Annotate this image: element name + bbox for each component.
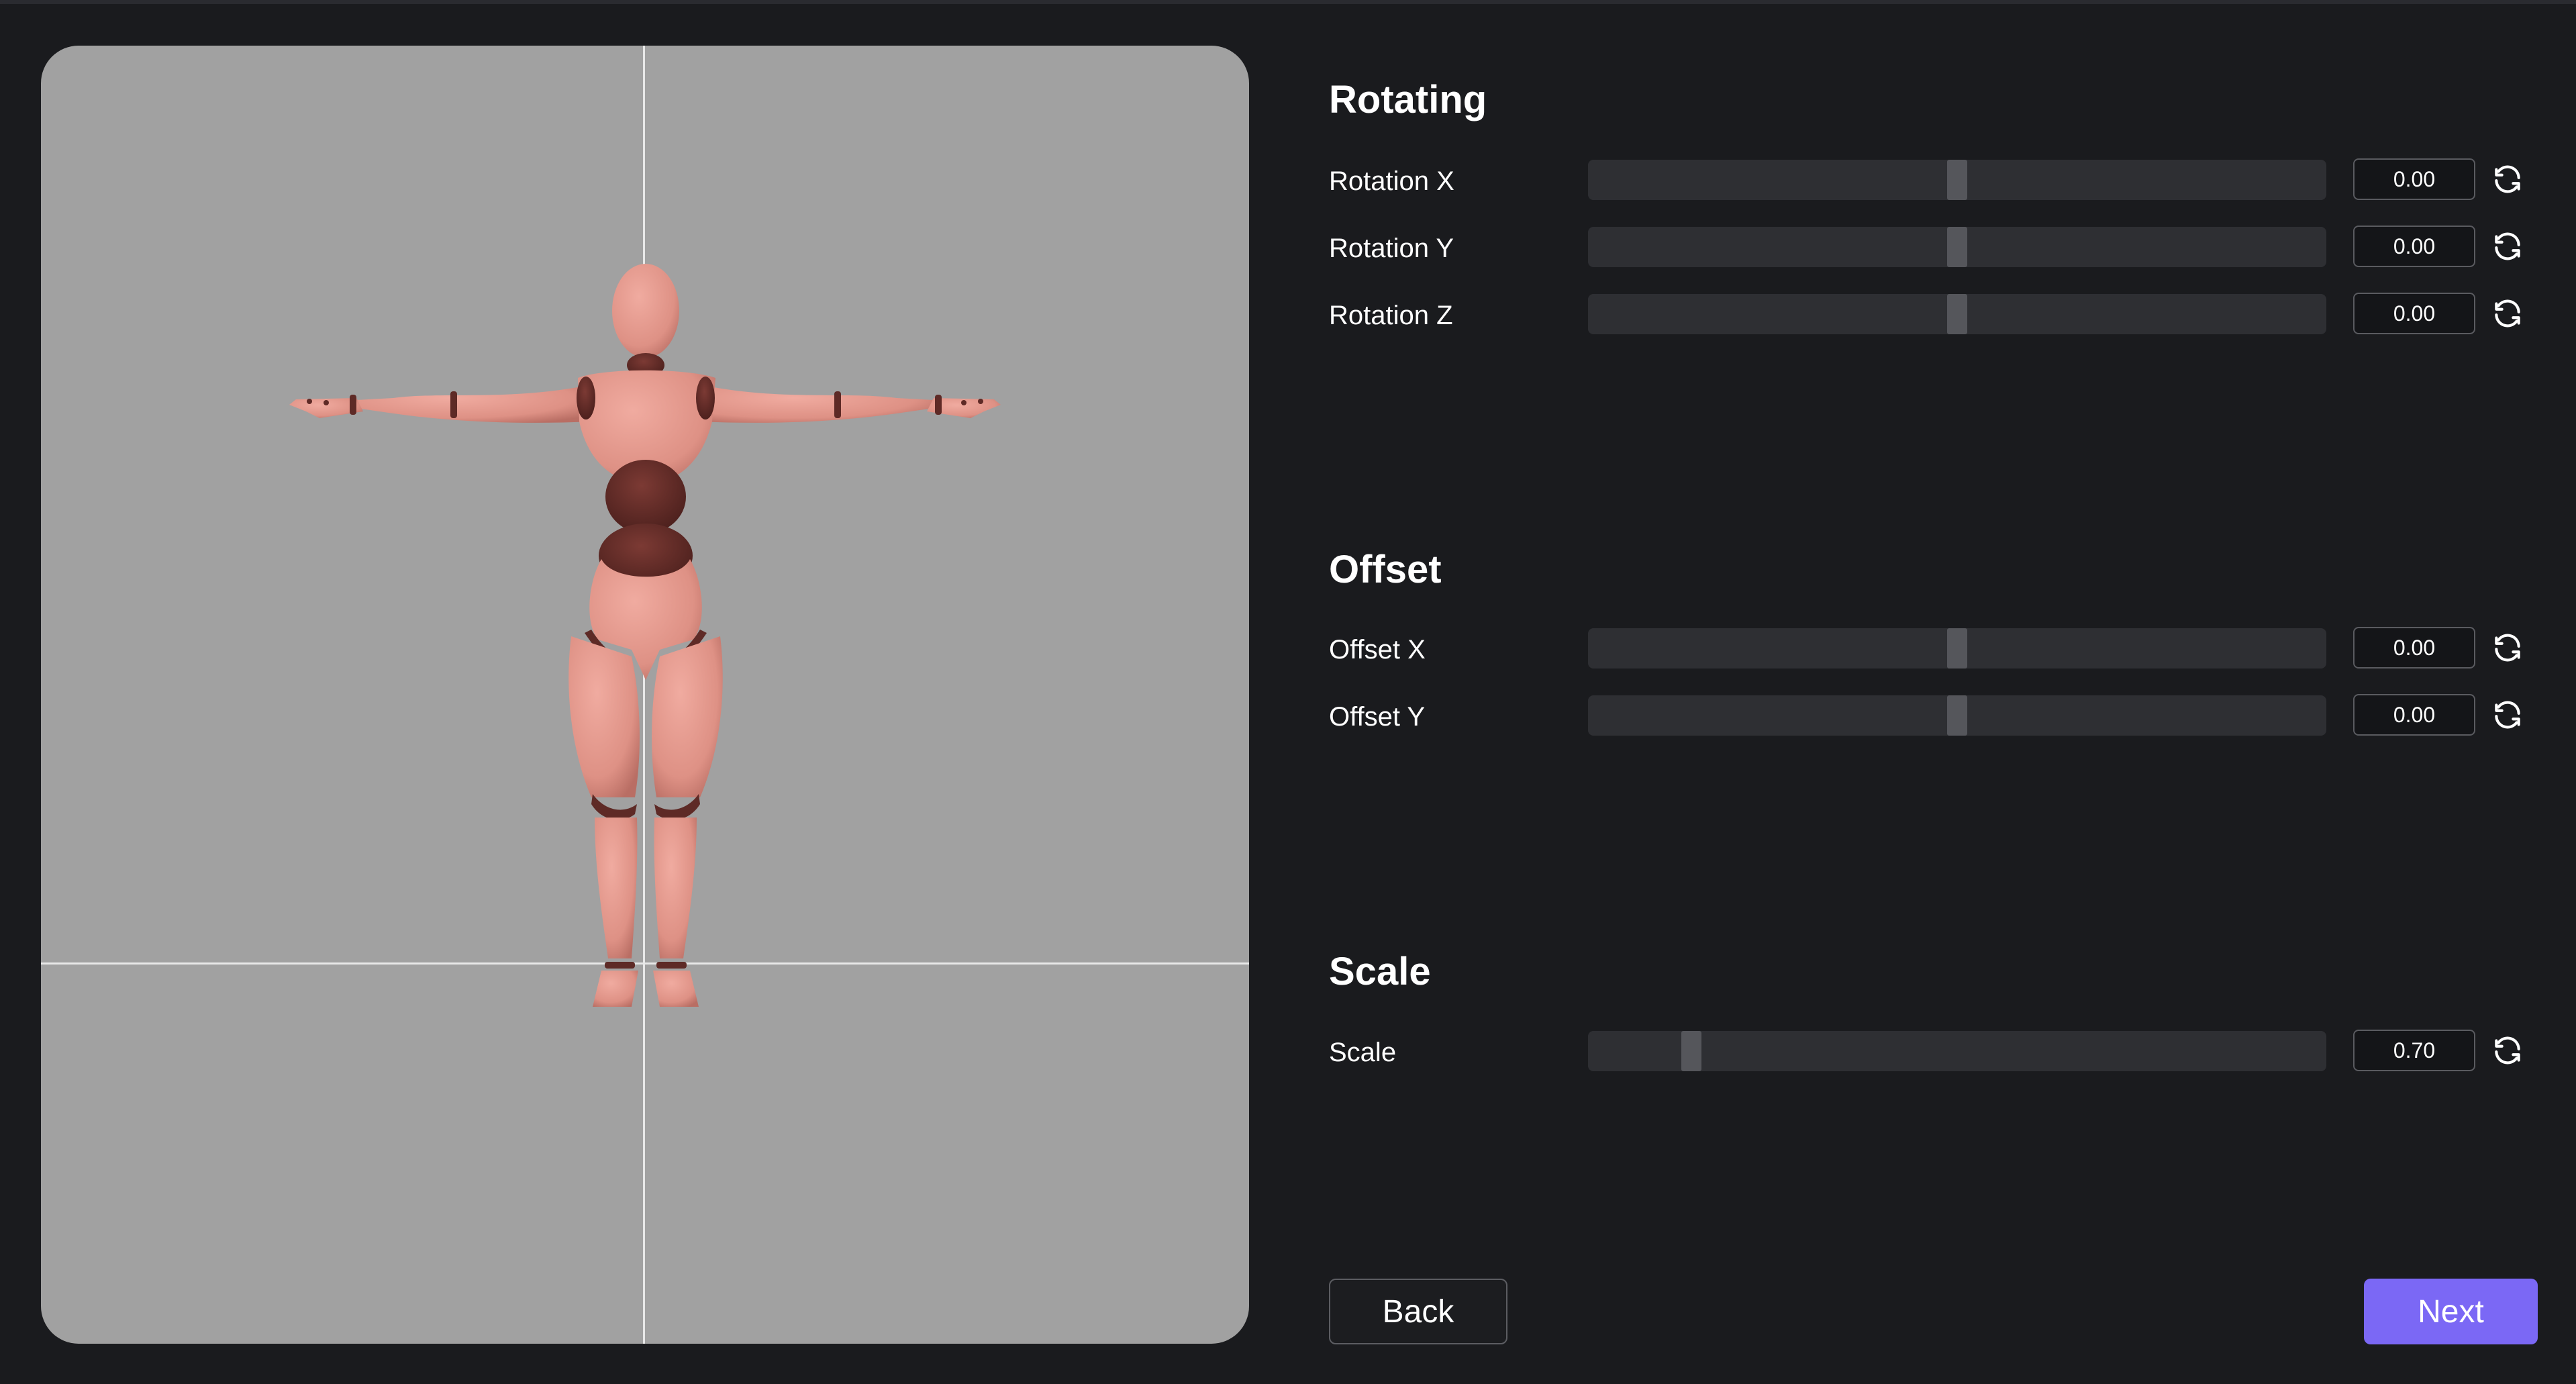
rotation-z-reset-button[interactable] (2489, 295, 2526, 332)
rotation-x-reset-button[interactable] (2489, 160, 2526, 198)
next-button[interactable]: Next (2364, 1279, 2538, 1344)
back-button[interactable]: Back (1329, 1279, 1507, 1344)
scale-slider-thumb[interactable] (1681, 1031, 1701, 1071)
refresh-icon (2495, 232, 2520, 260)
refresh-icon (2495, 701, 2520, 729)
offset-x-reset-button[interactable] (2489, 629, 2526, 666)
row-label-rotation-y: Rotation Y (1329, 234, 1454, 263)
row-label-scale: Scale (1329, 1038, 1397, 1067)
rotation-y-slider[interactable] (1588, 227, 2326, 267)
offset-y-slider[interactable] (1588, 695, 2326, 736)
offset-x-slider[interactable] (1588, 628, 2326, 669)
row-label-offset-y: Offset Y (1329, 702, 1426, 732)
scale-reset-button[interactable] (2489, 1032, 2526, 1069)
row-label-rotation-x: Rotation X (1329, 166, 1454, 196)
rotation-z-slider-thumb[interactable] (1947, 294, 1967, 334)
offset-x-slider-thumb[interactable] (1947, 628, 1967, 669)
rotation-y-input[interactable]: 0.00 (2353, 226, 2475, 267)
offset-y-reset-button[interactable] (2489, 696, 2526, 734)
rotation-x-slider-thumb[interactable] (1947, 160, 1967, 200)
rotation-y-reset-button[interactable] (2489, 228, 2526, 265)
section-title-rotating: Rotating (1329, 78, 1487, 121)
refresh-icon (2495, 299, 2520, 328)
top-border (0, 0, 2576, 4)
rotation-x-slider[interactable] (1588, 160, 2326, 200)
section-title-scale: Scale (1329, 950, 1431, 993)
rotation-y-slider-thumb[interactable] (1947, 227, 1967, 267)
3d-viewport[interactable] (41, 46, 1249, 1344)
offset-y-input[interactable]: 0.00 (2353, 694, 2475, 736)
offset-y-slider-thumb[interactable] (1947, 695, 1967, 736)
section-title-offset: Offset (1329, 548, 1442, 591)
refresh-icon (2495, 1036, 2520, 1065)
scale-slider[interactable] (1588, 1031, 2326, 1071)
row-label-rotation-z: Rotation Z (1329, 301, 1453, 330)
refresh-icon (2495, 634, 2520, 662)
offset-x-input[interactable]: 0.00 (2353, 627, 2475, 669)
row-label-offset-x: Offset X (1329, 635, 1426, 664)
mannequin-model[interactable] (41, 46, 1249, 1344)
rotation-z-slider[interactable] (1588, 294, 2326, 334)
rotation-x-input[interactable]: 0.00 (2353, 158, 2475, 200)
scale-input[interactable]: 0.70 (2353, 1030, 2475, 1071)
refresh-icon (2495, 165, 2520, 193)
rotation-z-input[interactable]: 0.00 (2353, 293, 2475, 334)
